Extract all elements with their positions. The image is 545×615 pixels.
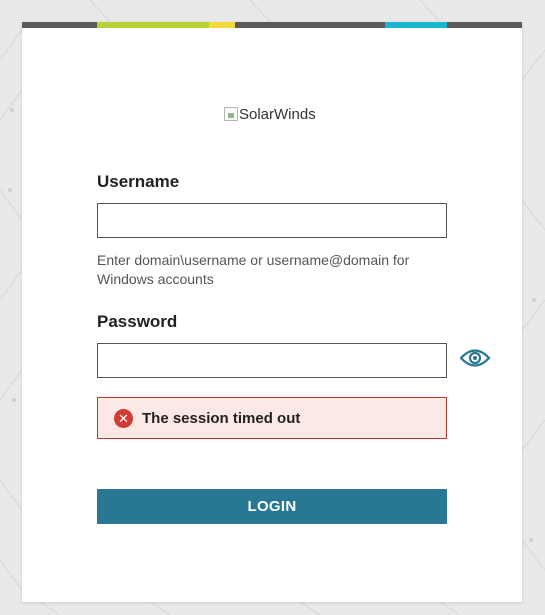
solarwinds-logo: SolarWinds xyxy=(224,105,316,123)
stripe-segment xyxy=(447,22,522,28)
broken-image-icon xyxy=(224,107,238,121)
error-message-box: ✕ The session timed out xyxy=(97,397,447,439)
password-label: Password xyxy=(97,312,178,331)
stripe-segment xyxy=(97,22,209,28)
login-button[interactable]: LOGIN xyxy=(97,489,447,524)
username-hint: Enter domain\username or username@domain… xyxy=(97,252,410,287)
error-x-icon: ✕ xyxy=(114,408,133,428)
login-card: SolarWinds Username Enter domain\usernam… xyxy=(22,22,522,602)
username-label: Username xyxy=(97,172,180,191)
stripe-segment xyxy=(385,22,447,28)
brand-color-stripe xyxy=(22,22,522,28)
stripe-segment xyxy=(235,22,385,28)
password-input[interactable] xyxy=(97,343,447,378)
error-message-text: The session timed out xyxy=(142,409,301,427)
eye-icon[interactable] xyxy=(459,348,491,368)
logo-alt-text: SolarWinds xyxy=(239,105,316,123)
username-input[interactable] xyxy=(97,203,447,238)
stripe-segment xyxy=(22,22,97,28)
stripe-segment xyxy=(209,22,235,28)
